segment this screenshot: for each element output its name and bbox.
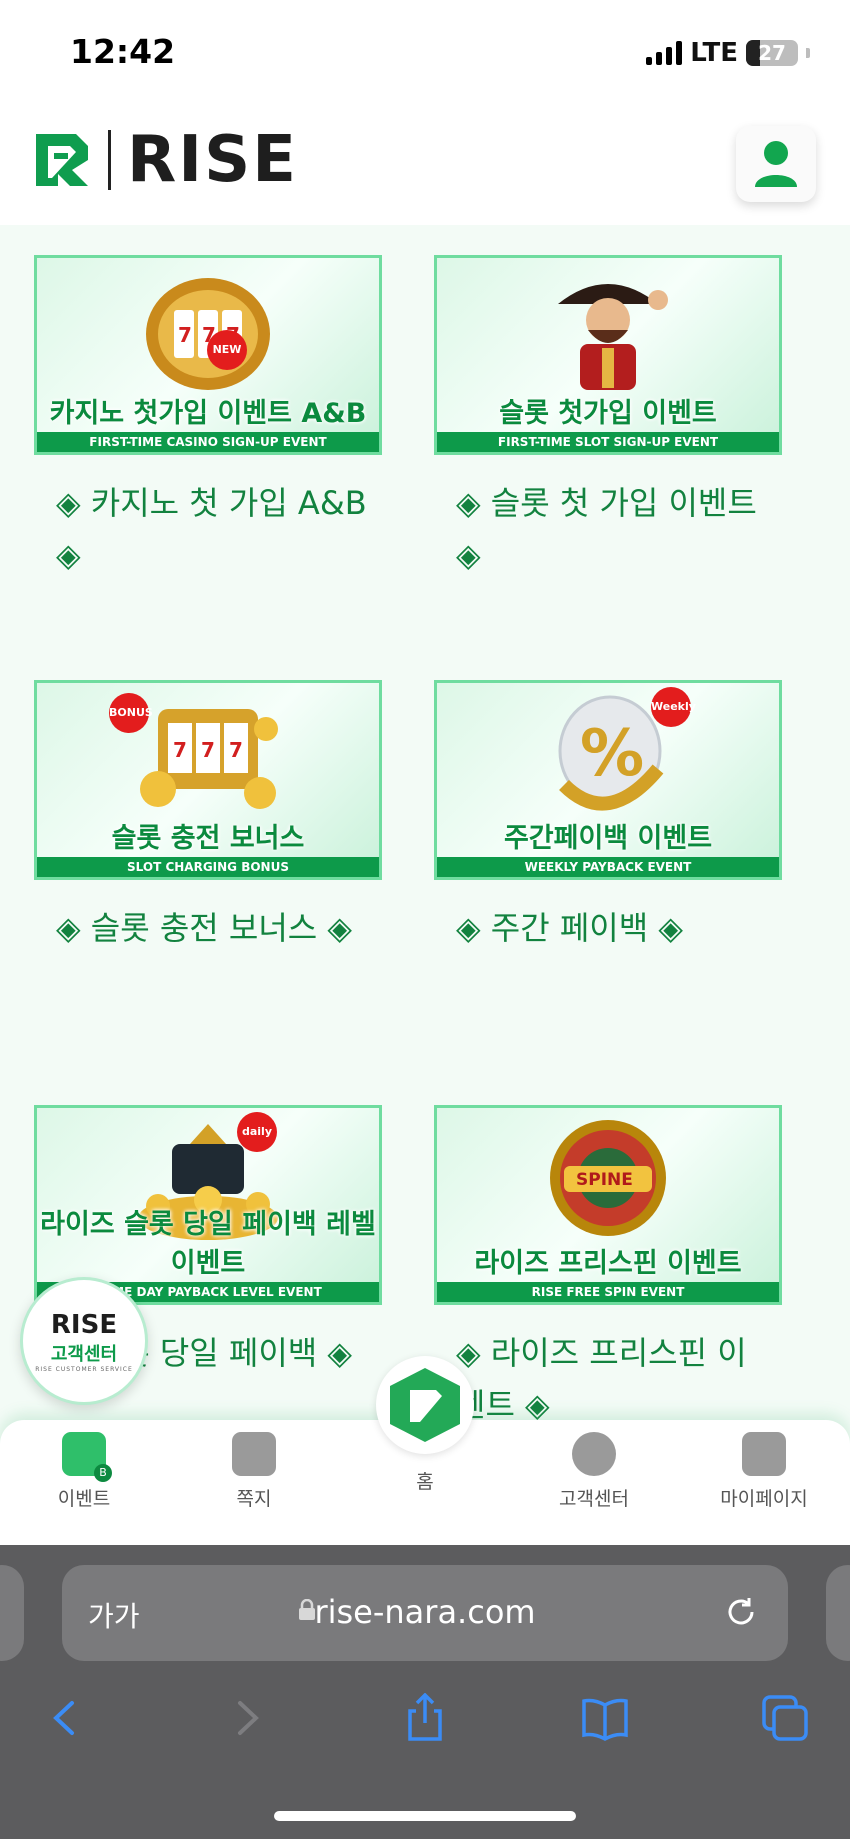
event-title[interactable]: ◈ 라이즈 프리스핀 이벤트 ◈ bbox=[434, 1327, 782, 1431]
event-title[interactable]: ◈ 카지노 첫 가입 A&B ◈ bbox=[34, 477, 382, 581]
event-title[interactable]: ◈ 주간 페이백 ◈ bbox=[434, 902, 782, 954]
tab-support[interactable]: 고객센터 bbox=[534, 1432, 654, 1511]
svg-text:SPINE: SPINE bbox=[576, 1170, 633, 1190]
tab-messages-label: 쪽지 bbox=[236, 1488, 272, 1510]
event-card[interactable]: % Weekly 주간페이백 이벤트 WEEKLY PAYBACK EVENT … bbox=[434, 680, 782, 954]
banner-title: 슬롯 첫가입 이벤트 bbox=[499, 398, 717, 429]
event-banner[interactable]: 7 7 7 NEW 카지노 첫가입 이벤트 A&B FIRST-TIME CAS… bbox=[34, 255, 382, 455]
battery-level: 27 bbox=[758, 41, 786, 65]
event-banner[interactable]: SPINE 라이즈 프리스핀 이벤트 RISE FREE SPIN EVENT bbox=[434, 1105, 782, 1305]
site-logo[interactable]: RISE bbox=[32, 123, 298, 197]
profile-card-icon bbox=[742, 1432, 786, 1476]
banner-subtitle: SLOT CHARGING BONUS bbox=[37, 857, 379, 877]
slot-machine-icon: 7 7 7 bbox=[146, 278, 270, 390]
tab-messages[interactable]: 쪽지 bbox=[194, 1432, 314, 1511]
events-badge: B bbox=[94, 1464, 112, 1482]
browser-toolbar: 가가 rise-nara.com bbox=[0, 1545, 850, 1839]
svg-text:%: % bbox=[580, 717, 644, 791]
tab-support-label: 고객센터 bbox=[559, 1488, 629, 1510]
banner-subtitle: FIRST-TIME SLOT SIGN-UP EVENT bbox=[437, 432, 779, 452]
tab-events[interactable]: B 이벤트 bbox=[24, 1432, 144, 1511]
calendar-icon: B bbox=[62, 1432, 112, 1482]
profile-button[interactable] bbox=[736, 126, 816, 202]
address-bar[interactable]: 가가 rise-nara.com bbox=[62, 1565, 788, 1661]
url-host: rise-nara.com bbox=[314, 1593, 536, 1631]
event-card[interactable]: 슬롯 첫가입 이벤트 FIRST-TIME SLOT SIGN-UP EVENT… bbox=[434, 255, 782, 581]
event-banner[interactable]: 슬롯 첫가입 이벤트 FIRST-TIME SLOT SIGN-UP EVENT bbox=[434, 255, 782, 455]
status-indicators: LTE 27 bbox=[646, 38, 810, 68]
headset-icon bbox=[572, 1432, 616, 1476]
network-label: LTE bbox=[690, 38, 738, 68]
banner-title: 라이즈 슬롯 당일 페이백 레벨 이벤트 bbox=[40, 1209, 376, 1279]
daily-tag: daily bbox=[237, 1112, 277, 1152]
banner-title: 카지노 첫가입 이벤트 A&B bbox=[49, 398, 367, 429]
battery-icon: 27 bbox=[746, 40, 798, 66]
banner-subtitle: RISE FREE SPIN EVENT bbox=[437, 1282, 779, 1302]
bonus-tag: BONUS bbox=[109, 693, 153, 733]
new-tag: NEW bbox=[207, 330, 247, 370]
event-banner[interactable]: % Weekly 주간페이백 이벤트 WEEKLY PAYBACK EVENT bbox=[434, 680, 782, 880]
tab-home[interactable] bbox=[376, 1356, 474, 1454]
back-icon[interactable] bbox=[40, 1693, 90, 1743]
tabs-icon[interactable] bbox=[760, 1693, 810, 1743]
cs-sub: RISE CUSTOMER SERVICE bbox=[35, 1366, 133, 1373]
banner-title: 슬롯 충전 보너스 bbox=[111, 823, 305, 854]
svg-text:7: 7 bbox=[229, 738, 243, 762]
tab-mypage-label: 마이페이지 bbox=[720, 1488, 808, 1510]
banner-title: 주간페이백 이벤트 bbox=[503, 823, 713, 854]
banner-subtitle: FIRST-TIME CASINO SIGN-UP EVENT bbox=[37, 432, 379, 452]
share-icon[interactable] bbox=[400, 1693, 450, 1743]
rise-logo-icon bbox=[36, 134, 88, 186]
svg-text:7: 7 bbox=[173, 738, 187, 762]
forward-icon[interactable] bbox=[222, 1693, 272, 1743]
customer-service-badge[interactable]: RISE 고객센터 RISE CUSTOMER SERVICE bbox=[20, 1277, 148, 1405]
event-banner[interactable]: daily 라이즈 슬롯 당일 페이백 레벨 이벤트 SAME DAY PAYB… bbox=[34, 1105, 382, 1305]
svg-text:7: 7 bbox=[178, 323, 192, 347]
event-title[interactable]: ◈ 슬롯 첫 가입 이벤트 ◈ bbox=[434, 477, 782, 581]
home-logo-icon bbox=[390, 1368, 460, 1442]
next-tab-edge[interactable] bbox=[826, 1565, 850, 1661]
event-card[interactable]: SPINE 라이즈 프리스핀 이벤트 RISE FREE SPIN EVENT … bbox=[434, 1105, 782, 1431]
brand-name: RISE bbox=[127, 123, 298, 197]
tab-mypage[interactable]: 마이페이지 bbox=[704, 1432, 824, 1511]
event-card[interactable]: 7 7 7 NEW 카지노 첫가입 이벤트 A&B FIRST-TIME CAS… bbox=[34, 255, 382, 581]
bookmarks-icon[interactable] bbox=[580, 1693, 630, 1743]
roulette-wheel-icon: SPINE bbox=[550, 1120, 666, 1236]
signal-icon bbox=[646, 41, 683, 65]
reload-icon[interactable] bbox=[722, 1593, 760, 1631]
banner-title: 라이즈 프리스핀 이벤트 bbox=[474, 1248, 742, 1279]
tab-home-label: 홈 bbox=[416, 1471, 434, 1493]
previous-tab-edge[interactable] bbox=[0, 1565, 24, 1661]
status-time: 12:42 bbox=[70, 32, 176, 71]
banner-subtitle: WEEKLY PAYBACK EVENT bbox=[437, 857, 779, 877]
event-title[interactable]: ◈ 슬롯 충전 보너스 ◈ bbox=[34, 902, 382, 954]
pirate-icon bbox=[558, 284, 668, 390]
user-icon bbox=[755, 141, 797, 187]
message-icon bbox=[232, 1432, 276, 1476]
event-card[interactable]: 7 7 7 BONUS 슬롯 충전 보너스 SLOT CHARGING BONU… bbox=[34, 680, 382, 954]
home-indicator bbox=[274, 1811, 576, 1821]
site-header: RISE bbox=[0, 100, 850, 225]
tab-events-label: 이벤트 bbox=[57, 1488, 111, 1510]
event-banner[interactable]: 7 7 7 BONUS 슬롯 충전 보너스 SLOT CHARGING BONU… bbox=[34, 680, 382, 880]
status-bar: 12:42 LTE 27 bbox=[0, 0, 850, 100]
svg-text:7: 7 bbox=[201, 738, 215, 762]
cs-brand: RISE bbox=[50, 1310, 118, 1340]
cs-label: 고객센터 bbox=[50, 1344, 118, 1365]
weekly-tag: Weekly bbox=[651, 687, 696, 727]
